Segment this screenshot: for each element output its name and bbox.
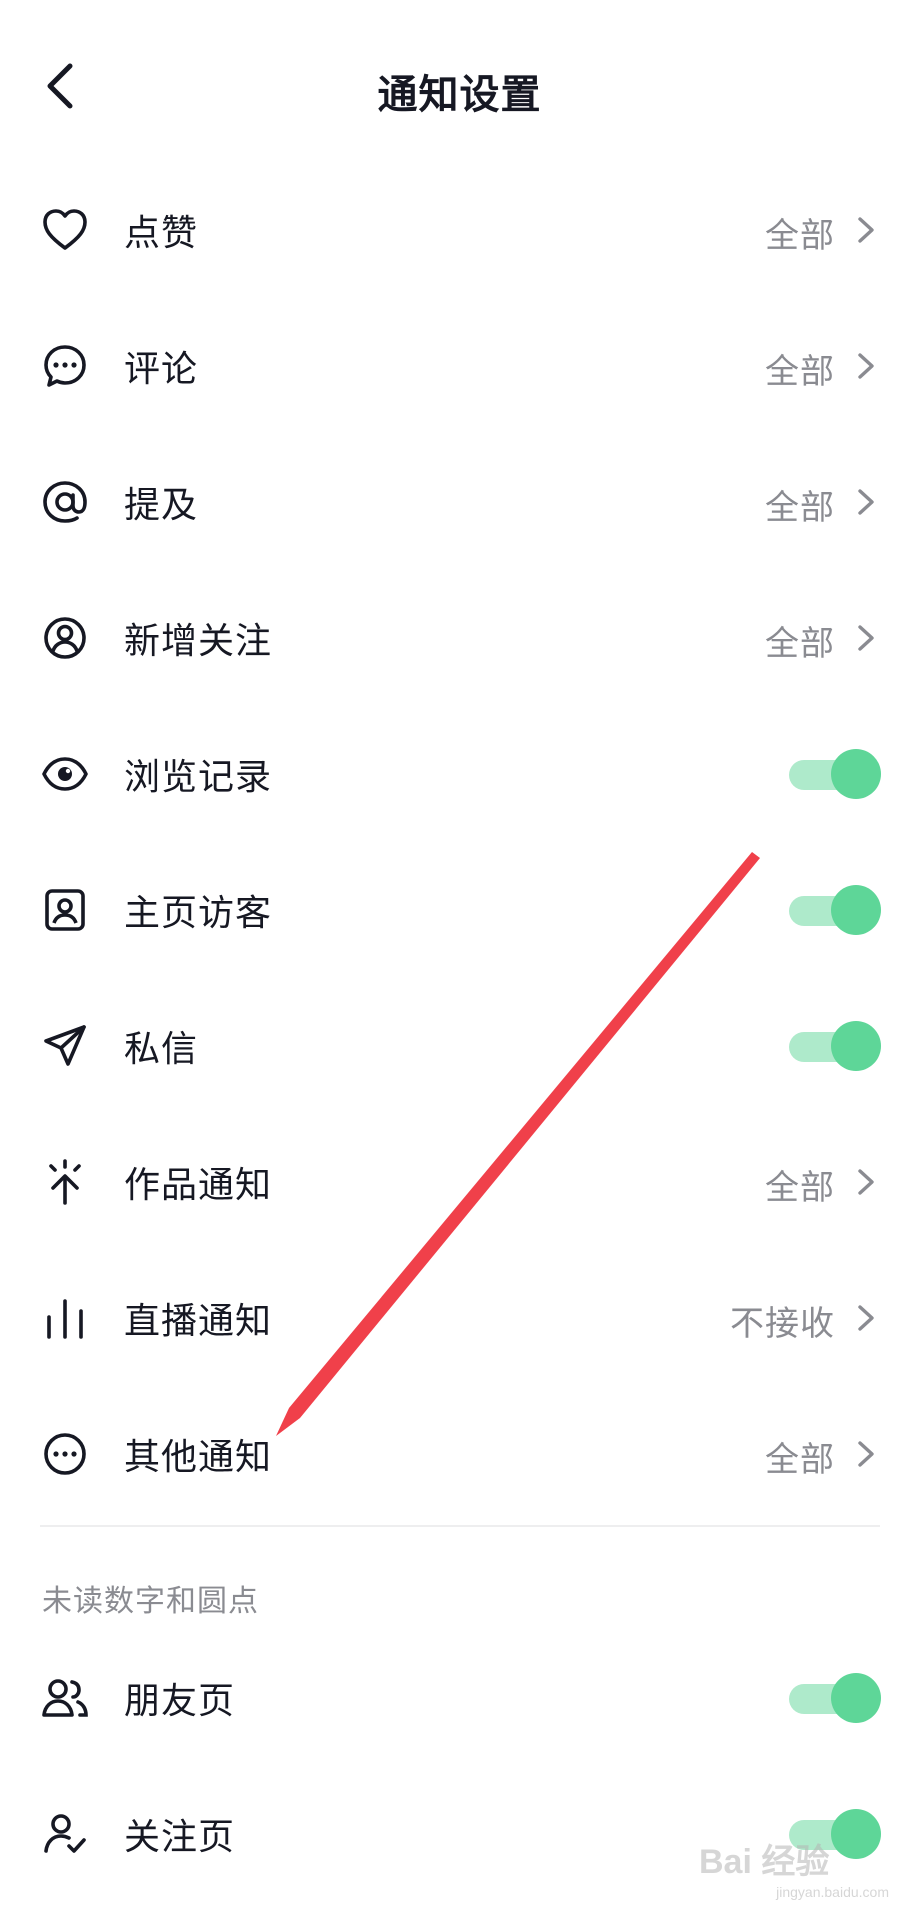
row-value: 全部 — [765, 624, 835, 664]
watermark: Bai 经验 jingyan.baidu.com — [699, 1834, 889, 1900]
sparkle-arrow-icon — [49, 1159, 81, 1205]
row-value: 不接收 — [730, 1304, 835, 1344]
row-label: 其他通知 — [124, 1437, 273, 1478]
row-value: 全部 — [765, 352, 835, 392]
row-label: 主页访客 — [124, 893, 273, 934]
row-label: 朋友页 — [124, 1681, 236, 1722]
paper-plane-icon — [44, 1025, 86, 1066]
settings-row-browse-history[interactable]: 浏览记录 — [0, 704, 919, 840]
chevron-right-icon — [858, 1169, 874, 1195]
row-label: 提及 — [124, 485, 199, 526]
settings-row-live[interactable]: 直播通知 不接收 — [0, 1248, 919, 1384]
row-label: 私信 — [124, 1029, 199, 1070]
eye-icon — [42, 757, 88, 791]
row-label: 点赞 — [124, 213, 199, 254]
row-value: 全部 — [765, 216, 835, 256]
toggle-switch[interactable] — [785, 1020, 881, 1072]
user-check-icon — [44, 1814, 86, 1853]
settings-row-comments[interactable]: 评论 全部 — [0, 296, 919, 432]
heart-icon — [43, 209, 87, 250]
row-label: 浏览记录 — [124, 757, 273, 798]
comment-bubble-icon — [44, 345, 86, 387]
notification-settings-list: 点赞 全部 评论 全部 提及 全部 新增关注 全部 浏览记录 主页访客 私信 作品通知 全部 直播通知 不接… — [0, 160, 919, 1520]
chevron-right-icon — [858, 217, 874, 243]
settings-row-new-follows[interactable]: 新增关注 全部 — [0, 568, 919, 704]
toggle-switch[interactable] — [785, 748, 881, 800]
settings-row-mentions[interactable]: 提及 全部 — [0, 432, 919, 568]
toggle-knob — [831, 885, 881, 935]
toggle-knob — [831, 749, 881, 799]
settings-row-direct-messages[interactable]: 私信 — [0, 976, 919, 1112]
page-title: 通知设置 — [377, 72, 542, 118]
row-value: 全部 — [765, 1168, 835, 1208]
section-label: 未读数字和圆点 — [42, 1584, 259, 1619]
at-sign-icon — [43, 481, 87, 523]
toggle-knob — [831, 1673, 881, 1723]
settings-row-likes[interactable]: 点赞 全部 — [0, 160, 919, 296]
chevron-right-icon — [858, 353, 874, 379]
settings-row-profile-visitors[interactable]: 主页访客 — [0, 840, 919, 976]
chevron-right-icon — [858, 1305, 874, 1331]
settings-row-other[interactable]: 其他通知 全部 — [0, 1384, 919, 1520]
row-value: 全部 — [765, 1440, 835, 1480]
header: 通知设置 — [0, 0, 919, 180]
toggle-knob — [831, 1021, 881, 1071]
watermark-sub: jingyan.baidu.com — [776, 1884, 889, 1900]
row-label: 评论 — [124, 349, 199, 390]
toggle-switch[interactable] — [785, 884, 881, 936]
row-value: 全部 — [765, 488, 835, 528]
users-icon — [42, 1679, 88, 1717]
row-label: 作品通知 — [124, 1165, 273, 1206]
profile-card-icon — [45, 889, 85, 931]
row-label: 关注页 — [124, 1817, 236, 1858]
more-circle-icon — [44, 1433, 86, 1475]
row-label: 直播通知 — [124, 1301, 273, 1342]
settings-row-friends-page[interactable]: 朋友页 — [0, 1628, 919, 1764]
bar-chart-icon — [47, 1299, 83, 1339]
row-label: 新增关注 — [124, 621, 273, 662]
toggle-switch[interactable] — [785, 1672, 881, 1724]
section-divider — [40, 1525, 880, 1527]
chevron-right-icon — [858, 489, 874, 515]
chevron-right-icon — [858, 1441, 874, 1467]
user-circle-icon — [44, 617, 86, 659]
watermark-text: Bai 经验 — [699, 1843, 830, 1881]
settings-row-works[interactable]: 作品通知 全部 — [0, 1112, 919, 1248]
chevron-right-icon — [858, 625, 874, 651]
